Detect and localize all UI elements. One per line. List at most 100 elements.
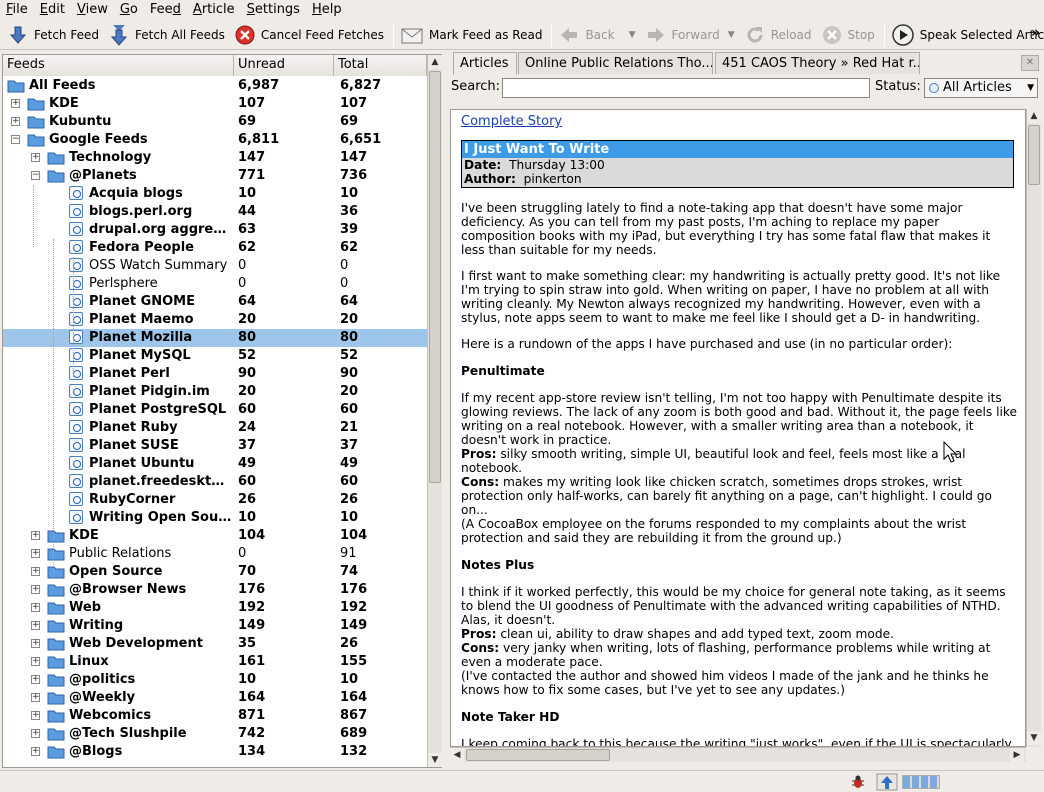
feed-tree-row[interactable]: Planet GNOME 64 64: [3, 293, 427, 311]
article-scroll-thumb[interactable]: [1028, 125, 1040, 185]
feed-tree-row[interactable]: Acquia blogs 10 10: [3, 185, 427, 203]
article-scrollbar[interactable]: ▲ ▼: [1026, 109, 1041, 747]
menu-help[interactable]: Help: [306, 0, 348, 20]
collapse-icon[interactable]: −: [11, 135, 20, 144]
feed-tree-row[interactable]: + KDE 104 104: [3, 527, 427, 545]
feed-tree-row[interactable]: + Web 192 192: [3, 599, 427, 617]
feed-tree-row[interactable]: planet.freedesktop... 60 60: [3, 473, 427, 491]
forward-button[interactable]: Forward ▼: [642, 21, 741, 49]
feed-tree-row[interactable]: Fedora People 62 62: [3, 239, 427, 257]
expand-icon[interactable]: +: [31, 567, 40, 576]
feed-tree-row[interactable]: OSS Watch Summary 0 0: [3, 257, 427, 275]
reload-button[interactable]: Reload: [741, 21, 818, 49]
feed-tree-row[interactable]: + Webcomics 871 867: [3, 707, 427, 725]
feed-tree-row[interactable]: + Web Development 35 26: [3, 635, 427, 653]
unread-column-header[interactable]: Unread: [234, 55, 334, 76]
expand-icon[interactable]: +: [11, 99, 20, 108]
fetch-all-feeds-button[interactable]: Fetch All Feeds: [105, 21, 231, 49]
menu-edit[interactable]: Edit: [34, 0, 71, 20]
feed-tree-row[interactable]: Planet MySQL 52 52: [3, 347, 427, 365]
back-button[interactable]: Back ▼: [555, 21, 641, 49]
scroll-left-icon[interactable]: ◀: [450, 748, 464, 762]
menu-article[interactable]: Article: [187, 0, 241, 20]
speak-selected-articles-button[interactable]: Speak Selected Articles: [888, 21, 1044, 49]
feed-tree-row[interactable]: Planet Maemo 20 20: [3, 311, 427, 329]
feed-tree-row[interactable]: Planet Pidgin.im 20 20: [3, 383, 427, 401]
expand-icon[interactable]: +: [31, 747, 40, 756]
feed-tree-row[interactable]: + Public Relations 0 91: [3, 545, 427, 563]
scroll-down-icon[interactable]: ▼: [428, 753, 442, 767]
feed-tree-scroll-thumb[interactable]: [429, 71, 441, 483]
expand-icon[interactable]: +: [31, 729, 40, 738]
collapse-icon[interactable]: −: [31, 171, 40, 180]
expand-icon[interactable]: +: [31, 693, 40, 702]
feeds-column-header[interactable]: Feeds: [3, 55, 234, 76]
scroll-right-icon[interactable]: ▶: [1010, 748, 1024, 762]
expand-icon[interactable]: +: [31, 549, 40, 558]
menu-feed[interactable]: Feed: [144, 0, 187, 20]
feed-tree-row[interactable]: + Kubuntu 69 69: [3, 113, 427, 131]
expand-icon[interactable]: +: [31, 675, 40, 684]
menu-view[interactable]: View: [71, 0, 114, 20]
feed-tree-row[interactable]: + @Blogs 134 132: [3, 743, 427, 761]
expand-icon[interactable]: +: [31, 639, 40, 648]
feed-tree-row[interactable]: RubyCorner 26 26: [3, 491, 427, 509]
status-filter-select[interactable]: All Articles ▼: [924, 78, 1038, 98]
scroll-down-icon[interactable]: ▼: [1027, 731, 1041, 745]
feed-tree-row[interactable]: − Google Feeds 6,811 6,651: [3, 131, 427, 149]
expand-icon[interactable]: +: [31, 585, 40, 594]
article-hscroll-thumb[interactable]: [466, 749, 610, 761]
feed-tree-row[interactable]: Perlsphere 0 0: [3, 275, 427, 293]
feed-tree-row[interactable]: Planet Mozilla 80 80: [3, 329, 427, 347]
expand-icon[interactable]: +: [11, 117, 20, 126]
feed-tree-row[interactable]: + KDE 107 107: [3, 95, 427, 113]
expand-icon[interactable]: +: [31, 531, 40, 540]
feed-tree-row[interactable]: + Open Source 70 74: [3, 563, 427, 581]
scroll-up-icon[interactable]: ▲: [1027, 109, 1041, 123]
menu-file[interactable]: File: [0, 0, 34, 20]
feed-tree-row[interactable]: All Feeds 6,987 6,827: [3, 77, 427, 95]
status-filter-icon: [929, 83, 939, 93]
expand-icon[interactable]: +: [31, 153, 40, 162]
menu-go[interactable]: Go: [114, 0, 144, 20]
tab-online-public-relations[interactable]: Online Public Relations Tho...: [518, 52, 713, 74]
feed-tree-row[interactable]: blogs.perl.org 44 36: [3, 203, 427, 221]
feed-tree-row[interactable]: Planet Perl 90 90: [3, 365, 427, 383]
stop-button[interactable]: Stop: [818, 21, 881, 49]
feed-tree-row[interactable]: − @Planets 771 736: [3, 167, 427, 185]
feed-tree-row[interactable]: Planet Ruby 24 21: [3, 419, 427, 437]
close-tab-icon[interactable]: ✕: [1021, 55, 1039, 71]
feed-tree-row[interactable]: + Linux 161 155: [3, 653, 427, 671]
feed-tree-row[interactable]: Writing Open Sour... 10 10: [3, 509, 427, 527]
feed-tree-row[interactable]: Planet PostgreSQL 60 60: [3, 401, 427, 419]
search-input[interactable]: [502, 78, 870, 98]
menu-settings[interactable]: Settings: [241, 0, 306, 20]
scroll-up-icon[interactable]: ▲: [428, 55, 442, 69]
forward-dropdown-icon[interactable]: ▼: [728, 30, 735, 40]
complete-story-link[interactable]: Complete Story: [461, 114, 562, 129]
feed-tree-row[interactable]: drupal.org aggreg... 63 39: [3, 221, 427, 239]
expand-icon[interactable]: +: [31, 621, 40, 630]
total-column-header[interactable]: Total: [334, 55, 427, 76]
feed-tree-row[interactable]: + Writing 149 149: [3, 617, 427, 635]
feed-tree-row[interactable]: + @politics 10 10: [3, 671, 427, 689]
back-dropdown-icon[interactable]: ▼: [629, 30, 636, 40]
fetch-feed-button[interactable]: Fetch Feed: [4, 21, 105, 49]
feed-tree-row[interactable]: + Technology 147 147: [3, 149, 427, 167]
expand-icon[interactable]: +: [31, 711, 40, 720]
expand-icon[interactable]: +: [31, 657, 40, 666]
folder-icon: [47, 566, 65, 579]
feed-tree-row[interactable]: + @Browser News 176 176: [3, 581, 427, 599]
feed-tree-scrollbar[interactable]: ▲ ▼: [427, 55, 442, 767]
expand-icon[interactable]: +: [31, 603, 40, 612]
feed-tree-row[interactable]: Planet SUSE 37 37: [3, 437, 427, 455]
tab-articles[interactable]: Articles: [453, 52, 517, 75]
toolbar-overflow-button[interactable]: »: [1031, 25, 1040, 41]
feed-tree-row[interactable]: + @Tech Slushpile 742 689: [3, 725, 427, 743]
feed-tree-row[interactable]: Planet Ubuntu 49 49: [3, 455, 427, 473]
mark-feed-read-button[interactable]: Mark Feed as Read: [397, 21, 548, 49]
article-horizontal-scrollbar[interactable]: ◀ ▶: [450, 747, 1026, 762]
cancel-feed-fetches-button[interactable]: Cancel Feed Fetches: [231, 21, 390, 49]
tab-451-caos-theory[interactable]: 451 CAOS Theory » Red Hat r...: [715, 52, 920, 74]
feed-tree-row[interactable]: + @Weekly 164 164: [3, 689, 427, 707]
